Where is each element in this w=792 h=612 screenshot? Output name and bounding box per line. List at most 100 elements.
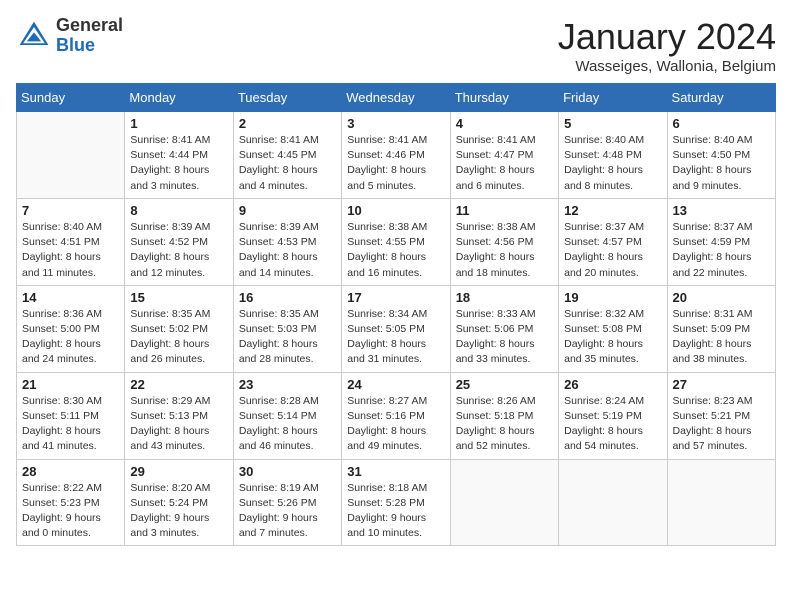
day-info: Sunrise: 8:38 AM Sunset: 4:55 PM Dayligh… [347,220,444,281]
calendar-header-row: SundayMondayTuesdayWednesdayThursdayFrid… [17,84,776,112]
day-info: Sunrise: 8:35 AM Sunset: 5:02 PM Dayligh… [130,307,227,368]
day-number: 13 [673,203,770,218]
day-info: Sunrise: 8:33 AM Sunset: 5:06 PM Dayligh… [456,307,553,368]
day-number: 26 [564,377,661,392]
day-info: Sunrise: 8:37 AM Sunset: 4:57 PM Dayligh… [564,220,661,281]
logo-icon [16,18,52,54]
calendar-cell: 12 Sunrise: 8:37 AM Sunset: 4:57 PM Dayli… [559,198,667,285]
day-info: Sunrise: 8:40 AM Sunset: 4:51 PM Dayligh… [22,220,119,281]
calendar-cell: 31 Sunrise: 8:18 AM Sunset: 5:28 PM Dayli… [342,459,450,546]
calendar-cell: 27Sunrise: 8:23 AM Sunset: 5:21 PM Dayli… [667,372,775,459]
calendar-cell: 16 Sunrise: 8:35 AM Sunset: 5:03 PM Dayli… [233,285,341,372]
calendar-cell: 8Sunrise: 8:39 AM Sunset: 4:52 PM Daylig… [125,198,233,285]
logo: General Blue [16,16,123,56]
calendar-cell: 20 Sunrise: 8:31 AM Sunset: 5:09 PM Dayli… [667,285,775,372]
location-subtitle: Wasseiges, Wallonia, Belgium [558,58,776,75]
day-number: 9 [239,203,336,218]
day-info: Sunrise: 8:38 AM Sunset: 4:56 PM Dayligh… [456,220,553,281]
day-info: Sunrise: 8:30 AM Sunset: 5:11 PM Dayligh… [22,394,119,455]
day-number: 22 [130,377,227,392]
day-info: Sunrise: 8:24 AM Sunset: 5:19 PM Dayligh… [564,394,661,455]
calendar-cell: 30 Sunrise: 8:19 AM Sunset: 5:26 PM Dayli… [233,459,341,546]
calendar-cell [667,459,775,546]
calendar-table: SundayMondayTuesdayWednesdayThursdayFrid… [16,83,776,546]
day-number: 3 [347,116,444,131]
calendar-cell: 2 Sunrise: 8:41 AM Sunset: 4:45 PM Daylig… [233,112,341,199]
day-number: 5 [564,116,661,131]
day-info: Sunrise: 8:41 AM Sunset: 4:47 PM Dayligh… [456,133,553,194]
day-info: Sunrise: 8:39 AM Sunset: 4:53 PM Dayligh… [239,220,336,281]
day-info: Sunrise: 8:18 AM Sunset: 5:28 PM Dayligh… [347,481,444,542]
day-number: 16 [239,290,336,305]
calendar-cell [17,112,125,199]
calendar-cell: 25 Sunrise: 8:26 AM Sunset: 5:18 PM Dayli… [450,372,558,459]
week-row-3: 14 Sunrise: 8:36 AM Sunset: 5:00 PM Dayli… [17,285,776,372]
calendar-header-tuesday: Tuesday [233,84,341,112]
day-info: Sunrise: 8:37 AM Sunset: 4:59 PM Dayligh… [673,220,770,281]
logo-blue-text: Blue [56,36,123,56]
day-info: Sunrise: 8:29 AM Sunset: 5:13 PM Dayligh… [130,394,227,455]
calendar-cell: 19Sunrise: 8:32 AM Sunset: 5:08 PM Dayli… [559,285,667,372]
calendar-cell: 4Sunrise: 8:41 AM Sunset: 4:47 PM Daylig… [450,112,558,199]
week-row-2: 7 Sunrise: 8:40 AM Sunset: 4:51 PM Daylig… [17,198,776,285]
calendar-cell: 1Sunrise: 8:41 AM Sunset: 4:44 PM Daylig… [125,112,233,199]
calendar-cell: 13 Sunrise: 8:37 AM Sunset: 4:59 PM Dayli… [667,198,775,285]
day-info: Sunrise: 8:31 AM Sunset: 5:09 PM Dayligh… [673,307,770,368]
calendar-header-wednesday: Wednesday [342,84,450,112]
day-number: 12 [564,203,661,218]
calendar-cell [450,459,558,546]
day-number: 30 [239,464,336,479]
calendar-cell: 24Sunrise: 8:27 AM Sunset: 5:16 PM Dayli… [342,372,450,459]
day-number: 21 [22,377,119,392]
calendar-cell: 28Sunrise: 8:22 AM Sunset: 5:23 PM Dayli… [17,459,125,546]
day-info: Sunrise: 8:40 AM Sunset: 4:48 PM Dayligh… [564,133,661,194]
day-info: Sunrise: 8:32 AM Sunset: 5:08 PM Dayligh… [564,307,661,368]
calendar-cell: 14 Sunrise: 8:36 AM Sunset: 5:00 PM Dayli… [17,285,125,372]
week-row-5: 28Sunrise: 8:22 AM Sunset: 5:23 PM Dayli… [17,459,776,546]
day-number: 14 [22,290,119,305]
week-row-4: 21 Sunrise: 8:30 AM Sunset: 5:11 PM Dayli… [17,372,776,459]
logo-general-text: General [56,16,123,36]
calendar-cell: 23 Sunrise: 8:28 AM Sunset: 5:14 PM Dayli… [233,372,341,459]
week-row-1: 1Sunrise: 8:41 AM Sunset: 4:44 PM Daylig… [17,112,776,199]
calendar-cell: 17Sunrise: 8:34 AM Sunset: 5:05 PM Dayli… [342,285,450,372]
day-number: 31 [347,464,444,479]
day-info: Sunrise: 8:20 AM Sunset: 5:24 PM Dayligh… [130,481,227,542]
calendar-cell: 10Sunrise: 8:38 AM Sunset: 4:55 PM Dayli… [342,198,450,285]
day-number: 29 [130,464,227,479]
day-number: 11 [456,203,553,218]
calendar-cell: 21 Sunrise: 8:30 AM Sunset: 5:11 PM Dayli… [17,372,125,459]
calendar-cell: 15 Sunrise: 8:35 AM Sunset: 5:02 PM Dayli… [125,285,233,372]
day-info: Sunrise: 8:36 AM Sunset: 5:00 PM Dayligh… [22,307,119,368]
calendar-header-monday: Monday [125,84,233,112]
day-number: 20 [673,290,770,305]
day-info: Sunrise: 8:41 AM Sunset: 4:45 PM Dayligh… [239,133,336,194]
day-number: 1 [130,116,227,131]
calendar-header-sunday: Sunday [17,84,125,112]
calendar-cell: 26 Sunrise: 8:24 AM Sunset: 5:19 PM Dayli… [559,372,667,459]
day-info: Sunrise: 8:40 AM Sunset: 4:50 PM Dayligh… [673,133,770,194]
day-info: Sunrise: 8:19 AM Sunset: 5:26 PM Dayligh… [239,481,336,542]
day-number: 18 [456,290,553,305]
day-number: 6 [673,116,770,131]
day-number: 7 [22,203,119,218]
calendar-cell: 18 Sunrise: 8:33 AM Sunset: 5:06 PM Dayli… [450,285,558,372]
calendar-cell [559,459,667,546]
calendar-cell: 11 Sunrise: 8:38 AM Sunset: 4:56 PM Dayli… [450,198,558,285]
day-number: 15 [130,290,227,305]
calendar-header-friday: Friday [559,84,667,112]
day-number: 25 [456,377,553,392]
calendar-header-thursday: Thursday [450,84,558,112]
day-info: Sunrise: 8:41 AM Sunset: 4:46 PM Dayligh… [347,133,444,194]
day-info: Sunrise: 8:26 AM Sunset: 5:18 PM Dayligh… [456,394,553,455]
day-info: Sunrise: 8:35 AM Sunset: 5:03 PM Dayligh… [239,307,336,368]
day-info: Sunrise: 8:27 AM Sunset: 5:16 PM Dayligh… [347,394,444,455]
calendar-cell: 22 Sunrise: 8:29 AM Sunset: 5:13 PM Dayli… [125,372,233,459]
day-number: 28 [22,464,119,479]
month-title: January 2024 [558,16,776,58]
day-number: 23 [239,377,336,392]
day-number: 2 [239,116,336,131]
day-info: Sunrise: 8:28 AM Sunset: 5:14 PM Dayligh… [239,394,336,455]
calendar-header-saturday: Saturday [667,84,775,112]
logo-text: General Blue [56,16,123,56]
